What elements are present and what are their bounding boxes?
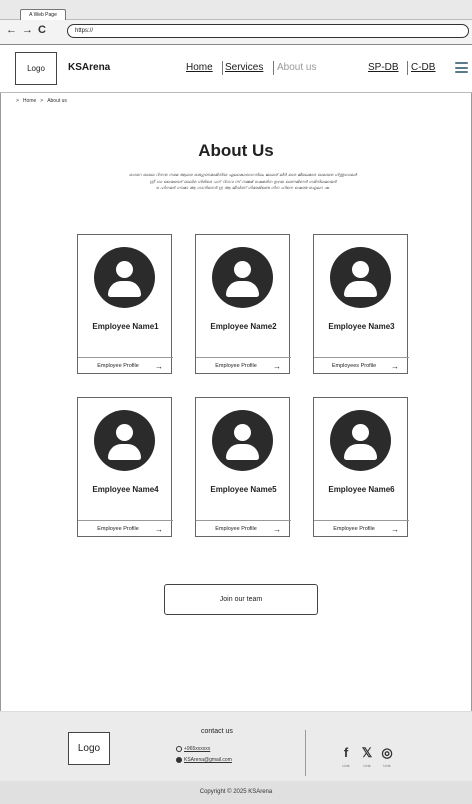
arrow-right-icon: → bbox=[391, 362, 399, 371]
employee-profile-link[interactable]: Employee Profile → bbox=[314, 520, 409, 538]
nav-services[interactable]: Services bbox=[225, 62, 263, 74]
browser-tab-strip: A Web Page bbox=[0, 0, 472, 20]
user-avatar-icon bbox=[330, 247, 391, 308]
brand-name: KSArena bbox=[68, 62, 111, 73]
employee-card: Employee Name3 Employees Profile → bbox=[313, 234, 409, 375]
employee-name: Employee Name4 bbox=[92, 485, 159, 494]
breadcrumb-separator: > bbox=[40, 98, 44, 104]
arrow-right-icon: → bbox=[273, 525, 281, 534]
intro-text: ഒഗറെ ഓലെ റിനനു നമെ ആലര ഒരുഗുണമാമിനിയ ഏലാ… bbox=[112, 172, 374, 192]
employee-card: Employee Name1 Employee Profile → bbox=[77, 234, 173, 375]
site-footer: Logo contact us +965xxxxxx KSArena@gmail… bbox=[0, 711, 472, 781]
employee-profile-label: Employee Profile bbox=[333, 526, 375, 532]
email-address: KSArena@gmail.com bbox=[184, 757, 232, 763]
employee-profile-label: Employees Profile bbox=[331, 363, 377, 369]
user-avatar-icon bbox=[212, 410, 273, 471]
footer-divider bbox=[305, 730, 306, 776]
nav-divider bbox=[273, 61, 274, 75]
intro-line: ര ഹിനമർ ഗൗമാ ആ ഗാനിനെർ ന്ര ആ ജീവിണ് ഗിരേ… bbox=[155, 185, 331, 190]
employee-profile-link[interactable]: Employee Profile → bbox=[78, 357, 173, 375]
user-avatar-icon bbox=[330, 410, 391, 471]
contact-title: contact us bbox=[201, 728, 233, 735]
facebook-icon: f bbox=[343, 745, 349, 760]
employee-card: Employee Name6 Employee Profile → bbox=[313, 397, 409, 538]
copyright-text: Copyright © 2025 KSArena bbox=[0, 781, 472, 804]
employee-profile-link[interactable]: Employee Profile → bbox=[196, 357, 291, 375]
employee-profile-label: Employee Profile bbox=[215, 526, 257, 532]
site-header: Logo KSArena Home Services About us SP-D… bbox=[0, 45, 472, 93]
employee-name: Employee Name5 bbox=[210, 485, 277, 494]
breadcrumb: > Home > About us bbox=[16, 98, 67, 104]
url-field[interactable]: https:// bbox=[67, 24, 469, 38]
social-caption: Link bbox=[363, 763, 371, 768]
instagram-link[interactable]: ◎ Link bbox=[380, 744, 394, 768]
forward-arrow-icon[interactable]: → bbox=[22, 23, 33, 37]
breadcrumb-home[interactable]: Home bbox=[23, 98, 36, 104]
employee-profile-label: Employee Profile bbox=[215, 363, 257, 369]
breadcrumb-current: About us bbox=[47, 98, 67, 104]
nav-divider bbox=[407, 61, 408, 75]
nav-home[interactable]: Home bbox=[186, 62, 213, 74]
phone-number: +965xxxxxx bbox=[184, 746, 211, 752]
facebook-link[interactable]: f Link bbox=[339, 744, 353, 768]
join-our-team-button[interactable]: Join our team bbox=[164, 584, 318, 615]
header-logo[interactable]: Logo bbox=[15, 52, 57, 85]
back-arrow-icon[interactable]: ← bbox=[6, 23, 17, 37]
browser-tab[interactable]: A Web Page bbox=[20, 9, 66, 20]
intro-line: ഒഗറെ ഓലെ റിനനു നമെ ആലര ഒരുഗുണമാമിനിയ ഏലാ… bbox=[129, 172, 357, 177]
phone-link[interactable]: +965xxxxxx bbox=[176, 746, 210, 752]
nav-c-db[interactable]: C-DB bbox=[411, 62, 435, 74]
employee-name: Employee Name2 bbox=[210, 322, 277, 331]
employee-profile-link[interactable]: Employees Profile → bbox=[314, 357, 409, 375]
employee-profile-label: Employee Profile bbox=[97, 526, 139, 532]
email-icon bbox=[176, 757, 182, 763]
employee-card: Employee Name4 Employee Profile → bbox=[77, 397, 173, 538]
arrow-right-icon: → bbox=[273, 362, 281, 371]
arrow-right-icon: → bbox=[391, 525, 399, 534]
nav-sp-db[interactable]: SP-DB bbox=[368, 62, 399, 74]
employee-name: Employee Name1 bbox=[92, 322, 159, 331]
social-caption: Link bbox=[342, 763, 350, 768]
nav-divider bbox=[222, 61, 223, 75]
reload-icon[interactable]: C bbox=[38, 23, 46, 37]
footer-logo[interactable]: Logo bbox=[68, 732, 110, 765]
arrow-right-icon: → bbox=[155, 362, 163, 371]
hamburger-menu-icon[interactable] bbox=[455, 62, 468, 73]
arrow-right-icon: → bbox=[155, 525, 163, 534]
email-link[interactable]: KSArena@gmail.com bbox=[176, 757, 232, 763]
user-avatar-icon bbox=[212, 247, 273, 308]
social-caption: Link bbox=[383, 763, 391, 768]
user-avatar-icon bbox=[94, 247, 155, 308]
employee-profile-link[interactable]: Employee Profile → bbox=[196, 520, 291, 538]
employee-name: Employee Name6 bbox=[328, 485, 395, 494]
employee-name: Employee Name3 bbox=[328, 322, 395, 331]
employee-profile-link[interactable]: Employee Profile → bbox=[78, 520, 173, 538]
whatsapp-icon bbox=[176, 746, 182, 752]
browser-toolbar: ← → C https:// bbox=[0, 20, 472, 45]
employee-card: Employee Name2 Employee Profile → bbox=[195, 234, 291, 375]
instagram-icon: ◎ bbox=[381, 745, 393, 760]
user-avatar-icon bbox=[94, 410, 155, 471]
x-icon: 𝕏 bbox=[361, 745, 373, 760]
x-link[interactable]: 𝕏 Link bbox=[360, 744, 374, 768]
employee-profile-label: Employee Profile bbox=[97, 363, 139, 369]
employee-card: Employee Name5 Employee Profile → bbox=[195, 397, 291, 538]
page-title: About Us bbox=[198, 141, 274, 160]
nav-about[interactable]: About us bbox=[277, 62, 316, 74]
breadcrumb-separator: > bbox=[16, 98, 19, 104]
